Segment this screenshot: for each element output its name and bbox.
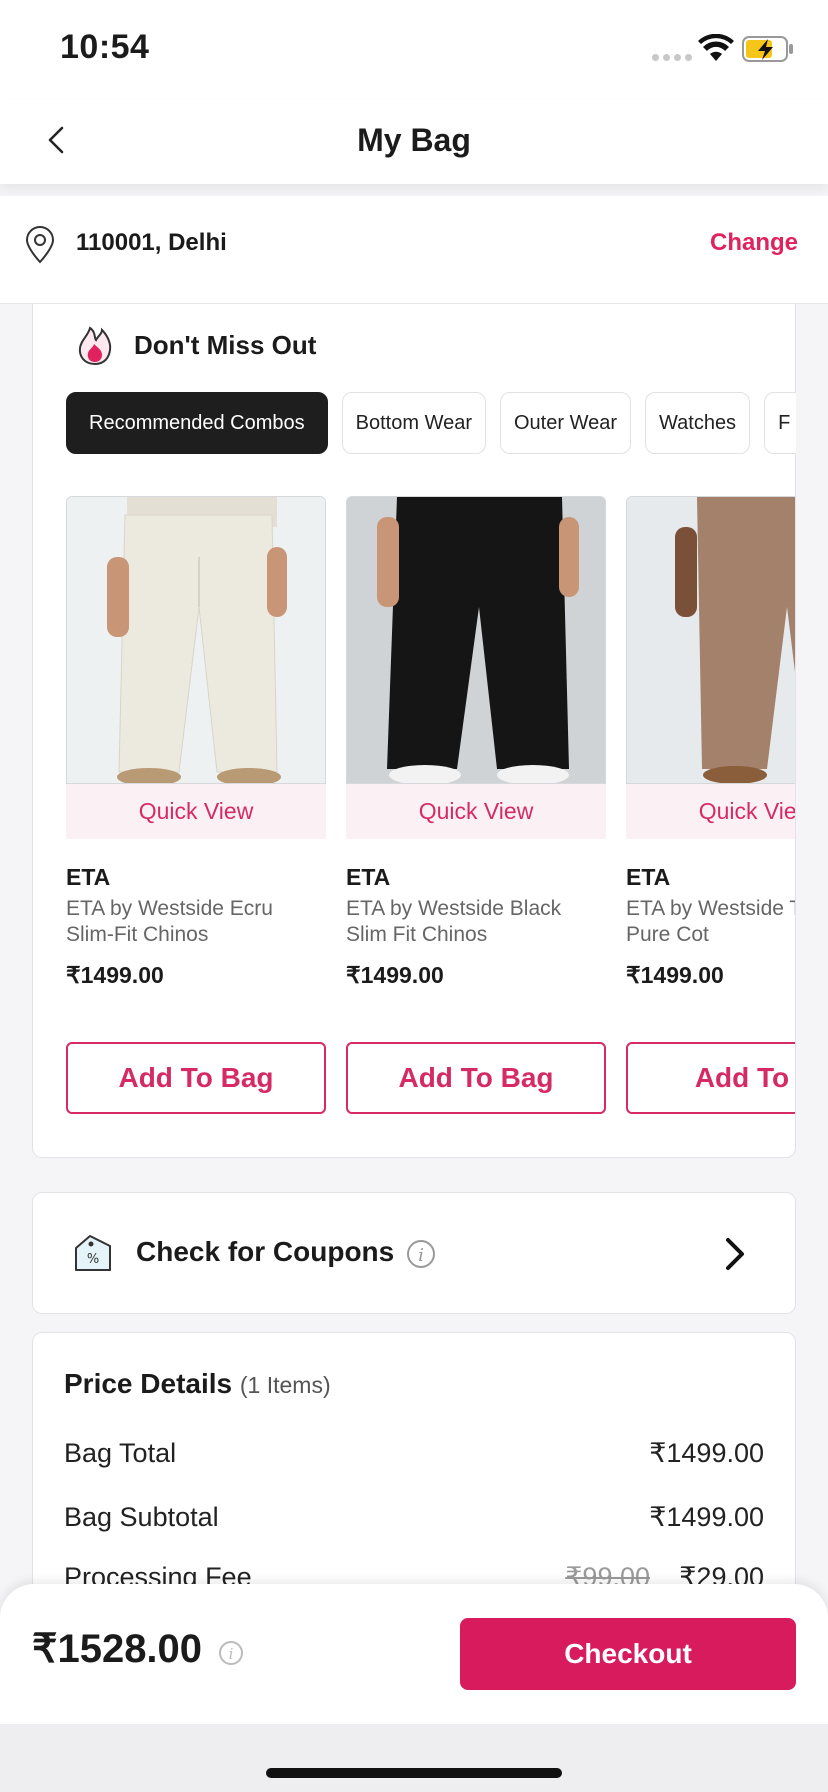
wifi-icon — [698, 34, 734, 61]
battery-icon — [742, 36, 793, 62]
product-name: ETA by Westside Black Slim Fit Chinos — [346, 897, 562, 946]
product-name: ETA by Westside T Slim-Fit Pure Cot — [626, 897, 795, 946]
add-to-bag-button[interactable]: Add To Bag — [66, 1042, 326, 1114]
price-row-bag-total: Bag Total ₹1499.00 — [64, 1438, 764, 1469]
home-indicator[interactable] — [266, 1768, 562, 1778]
price-details-heading: Price Details — [64, 1368, 233, 1399]
status-time: 10:54 — [60, 28, 150, 66]
price-row-label: Bag Subtotal — [64, 1502, 219, 1532]
chip-outer-wear[interactable]: Outer Wear — [500, 392, 631, 454]
coupon-tag-icon: % — [75, 1235, 111, 1271]
items-count: (1 Items) — [239, 1372, 331, 1398]
chip-recommended-combos[interactable]: Recommended Combos — [66, 392, 328, 454]
product-price: ₹1499.00 — [66, 962, 164, 988]
quick-view-button[interactable]: Quick View — [66, 784, 326, 839]
status-bar: 10:54 — [0, 0, 828, 100]
checkout-button[interactable]: Checkout — [460, 1618, 796, 1690]
quick-view-button[interactable]: Quick View — [626, 784, 795, 839]
info-icon[interactable]: i — [218, 1640, 244, 1666]
product-image[interactable] — [66, 496, 326, 784]
signal-icon — [652, 54, 692, 61]
change-location-link[interactable]: Change — [710, 229, 798, 257]
chip-watches[interactable]: Watches — [645, 392, 751, 454]
home-indicator-area — [0, 1724, 828, 1792]
chevron-right-icon[interactable] — [722, 1236, 748, 1272]
checkout-footer: ₹1528.00 i Checkout — [0, 1584, 828, 1724]
price-row-value: ₹1499.00 — [649, 1502, 764, 1532]
category-chips: Recommended Combos Bottom Wear Outer Wear W… — [66, 392, 796, 456]
price-row-label: Bag Total — [64, 1438, 177, 1468]
svg-text:%: % — [87, 1252, 99, 1267]
location-pin-icon — [25, 226, 55, 264]
price-details-title: Price Details (1 Items) — [64, 1368, 331, 1400]
product-price: ₹1499.00 — [626, 962, 724, 988]
check-coupons-title: Check for Coupons — [136, 1236, 395, 1267]
chip-partial[interactable]: F — [764, 392, 796, 454]
total-amount: ₹1528.00 — [32, 1627, 203, 1671]
product-image[interactable] — [346, 496, 606, 784]
price-row-bag-subtotal: Bag Subtotal ₹1499.00 — [64, 1502, 764, 1533]
svg-text:i: i — [418, 1245, 424, 1266]
info-icon[interactable]: i — [406, 1239, 436, 1269]
add-to-bag-button[interactable]: Add To B — [626, 1042, 795, 1114]
price-row-value: ₹1499.00 — [649, 1438, 764, 1468]
svg-text:i: i — [229, 1645, 234, 1663]
chip-bottom-wear[interactable]: Bottom Wear — [341, 392, 486, 454]
product-brand: ETA — [626, 864, 671, 890]
page-title: My Bag — [357, 122, 471, 158]
dont-miss-out-title: Don't Miss Out — [134, 330, 317, 360]
product-brand: ETA — [346, 864, 391, 890]
quick-view-button[interactable]: Quick View — [346, 784, 606, 839]
product-name: ETA by Westside Ecru Slim-Fit Chinos — [66, 897, 273, 946]
fire-icon — [78, 326, 112, 366]
product-brand: ETA — [66, 864, 111, 890]
product-price: ₹1499.00 — [346, 962, 444, 988]
location-text: 110001, Delhi — [76, 229, 227, 256]
product-image[interactable] — [626, 496, 795, 784]
add-to-bag-button[interactable]: Add To Bag — [346, 1042, 606, 1114]
product-carousel: Quick View ETA ETA by Westside Ecru Slim… — [66, 496, 795, 1116]
app-header: My Bag — [0, 100, 828, 184]
